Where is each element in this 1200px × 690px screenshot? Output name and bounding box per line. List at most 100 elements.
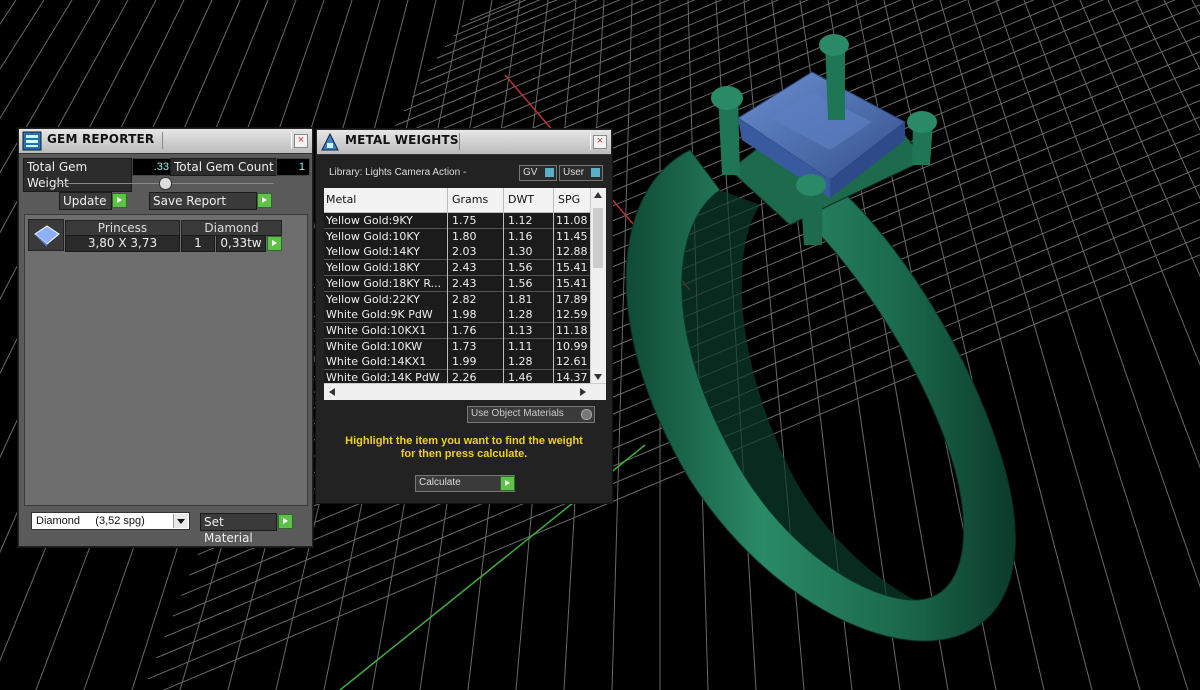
gear-icon[interactable] <box>581 409 592 420</box>
total-gem-count-label: Total Gem Count <box>170 158 278 176</box>
chevron-down-icon[interactable] <box>173 514 188 528</box>
calculate-go-icon[interactable] <box>500 476 515 491</box>
metal-table-row[interactable]: Yellow Gold:14KY 2.03 1.30 12.88 <box>324 244 591 261</box>
gem-size-cell: 3,80 X 3,73 <box>65 235 180 252</box>
gv-toggle-label: GV <box>523 167 538 178</box>
grams-cell: 1.98 <box>452 308 477 322</box>
scroll-up-icon[interactable] <box>594 192 602 198</box>
metal-weights-titlebar[interactable]: METAL WEIGHTS × <box>317 130 611 155</box>
save-report-go-icon[interactable] <box>257 193 272 208</box>
dwt-cell: 1.11 <box>508 339 533 353</box>
grams-cell: 1.99 <box>452 355 477 369</box>
grid-line <box>995 0 1200 589</box>
gem-reporter-titlebar[interactable]: GEM REPORTER × <box>19 129 312 154</box>
column-separator <box>447 188 448 383</box>
user-toggle-indicator <box>591 168 600 177</box>
grams-cell: 2.82 <box>452 292 477 306</box>
spg-cell: 12.61 <box>556 355 588 369</box>
metal-table-row[interactable]: Yellow Gold:9KY 1.75 1.12 11.08 <box>324 213 591 229</box>
ring-model[interactable] <box>625 34 1016 642</box>
metal-weights-table: Metal Grams DWT SPG Yellow Gold:9KY 1.75 1… <box>323 187 607 401</box>
gem-reporter-close-icon[interactable]: × <box>294 134 308 148</box>
set-material-button[interactable]: Set Material <box>200 513 277 545</box>
metal-name-cell: Yellow Gold:22KY <box>326 292 420 306</box>
grid-line <box>1079 0 1200 278</box>
gem-reporter-app-icon <box>22 131 42 151</box>
scroll-left-icon[interactable] <box>329 388 335 396</box>
material-select[interactable]: Diamond (3,52 spg) <box>31 512 190 530</box>
grams-cell: 2.43 <box>452 276 477 290</box>
spg-cell: 11.45 <box>556 229 588 243</box>
metal-table-row[interactable]: Yellow Gold:18KY R... 2.43 1.56 15.41 <box>324 275 591 292</box>
metal-table-row[interactable]: Yellow Gold:22KY 2.82 1.81 17.89 <box>324 291 591 308</box>
metal-name-cell: Yellow Gold:9KY <box>326 214 413 227</box>
collapse-toggle-icon[interactable] <box>159 177 172 190</box>
grams-cell: 1.73 <box>452 339 477 353</box>
spg-cell: 17.89 <box>556 292 588 306</box>
total-gem-weight-value: .33 <box>132 158 174 176</box>
use-object-materials-button[interactable]: Use Object Materials <box>467 406 595 423</box>
gem-reporter-title: GEM REPORTER <box>47 132 155 146</box>
grid-line <box>1051 0 1200 367</box>
dwt-cell: 1.56 <box>508 276 533 290</box>
grid-line <box>461 0 527 28</box>
metal-table-header: Metal Grams DWT SPG <box>324 188 591 213</box>
instruction-line-1: Highlight the item you want to find the … <box>345 435 583 447</box>
material-select-value: Diamond (3,52 spg) <box>36 515 145 527</box>
total-gem-count-value: 1 <box>276 158 310 176</box>
spg-cell: 11.08 <box>556 214 588 227</box>
total-gem-weight-label: Total Gem Weight <box>23 158 132 192</box>
user-toggle-label: User <box>563 167 585 178</box>
gem-row-go-icon[interactable] <box>267 236 282 251</box>
column-header-metal[interactable]: Metal <box>326 193 356 206</box>
column-header-grams[interactable]: Grams <box>452 193 488 206</box>
calculate-label: Calculate <box>419 477 461 488</box>
set-material-go-icon[interactable] <box>278 514 293 529</box>
metal-table-row[interactable]: White Gold:14KX1 1.99 1.28 12.61 <box>324 354 591 371</box>
grid-line <box>1135 0 1200 132</box>
column-header-spg[interactable]: SPG <box>558 193 580 206</box>
dwt-cell: 1.81 <box>508 292 533 306</box>
user-toggle[interactable]: User <box>559 165 603 181</box>
grams-cell: 1.75 <box>452 214 477 227</box>
vertical-scrollbar[interactable] <box>590 188 606 384</box>
metal-weights-title: METAL WEIGHTS <box>345 133 459 147</box>
horizontal-scrollbar[interactable] <box>324 383 606 400</box>
metal-name-cell: Yellow Gold:14KY <box>326 245 420 259</box>
library-label: Library: Lights Camera Action - <box>329 167 467 178</box>
grams-cell: 2.43 <box>452 261 477 275</box>
column-header-dwt[interactable]: DWT <box>508 193 534 206</box>
spg-cell: 12.88 <box>556 245 588 259</box>
gem-weight-cell: 0,33tw <box>216 235 266 252</box>
gem-reporter-panel: GEM REPORTER × Total Gem Weight .33 Tota… <box>18 128 313 547</box>
metal-table-row[interactable]: White Gold:10KX1 1.76 1.13 11.18 <box>324 322 591 339</box>
metal-weights-close-icon[interactable]: × <box>593 135 607 149</box>
gv-toggle[interactable]: GV <box>519 165 557 181</box>
gem-cut-header: Princess <box>65 220 180 236</box>
metal-table-row[interactable]: Yellow Gold:10KY 1.80 1.16 11.45 <box>324 228 591 245</box>
metal-name-cell: Yellow Gold:18KY R... <box>326 276 442 290</box>
update-go-icon[interactable] <box>112 193 127 208</box>
title-groove <box>459 133 591 150</box>
dwt-cell: 1.16 <box>508 229 533 243</box>
scroll-right-icon[interactable] <box>580 388 586 396</box>
scroll-down-icon[interactable] <box>594 374 602 380</box>
gem-list: Princess Diamond 3,80 X 3,73 1 0,33tw <box>24 214 308 506</box>
princess-gem-thumbnail-icon[interactable] <box>28 219 64 251</box>
update-button[interactable]: Update <box>59 192 112 210</box>
metal-table-row[interactable]: White Gold:9K PdW 1.98 1.28 12.59 <box>324 307 591 324</box>
column-separator <box>503 188 504 383</box>
spg-cell: 10.99 <box>556 339 588 353</box>
save-report-button[interactable]: Save Report <box>149 192 257 210</box>
instruction-text: Highlight the item you want to find the … <box>327 435 601 461</box>
scroll-thumb[interactable] <box>593 208 603 268</box>
spg-cell: 15.41 <box>556 276 588 290</box>
instruction-line-2: for then press calculate. <box>400 448 528 460</box>
spg-cell: 15.41 <box>556 261 588 275</box>
metal-name-cell: Yellow Gold:10KY <box>326 229 420 243</box>
metal-table-row[interactable]: White Gold:10KW 1.73 1.11 10.99 <box>324 338 591 355</box>
metal-table-row[interactable]: Yellow Gold:18KY 2.43 1.56 15.41 <box>324 260 591 277</box>
gem-count-cell: 1 <box>181 235 215 252</box>
grams-cell: 1.76 <box>452 323 477 337</box>
gem-material-header: Diamond <box>181 220 282 236</box>
